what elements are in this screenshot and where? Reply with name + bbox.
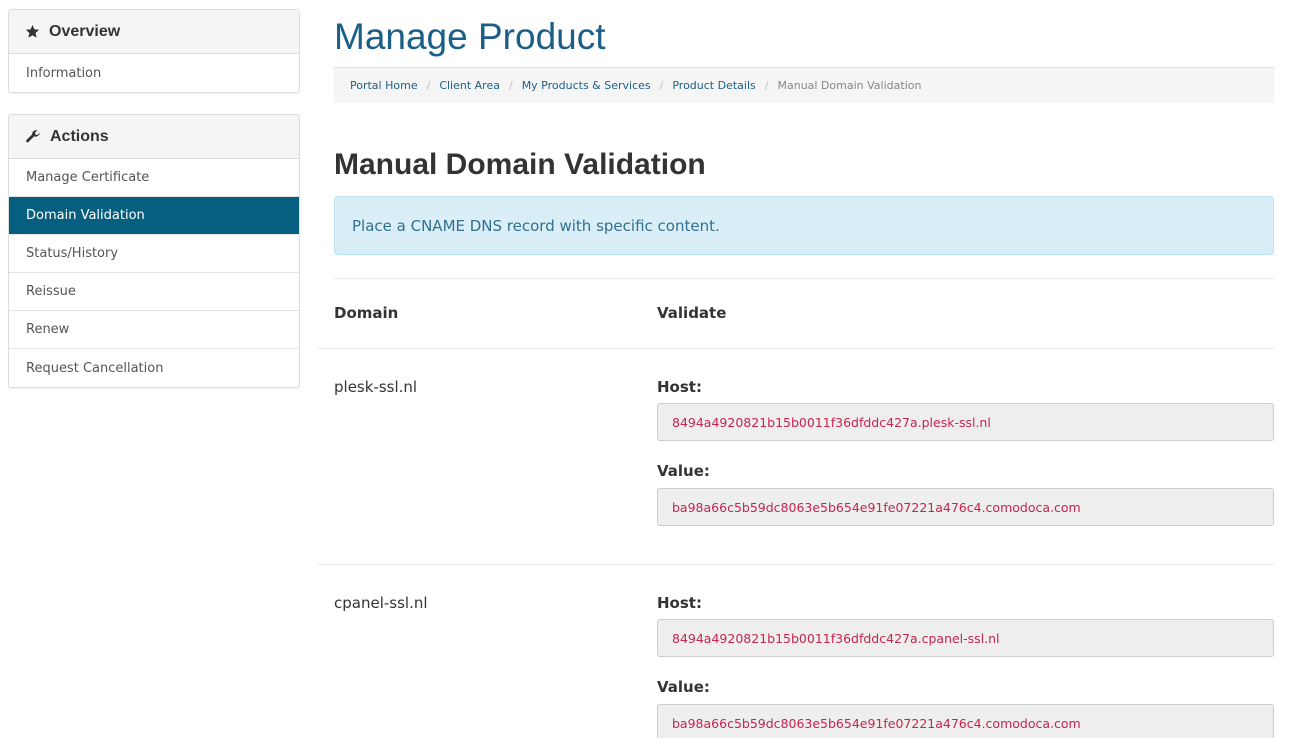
host-field[interactable]: 8494a4920821b15b0011f36dfddc427a.plesk-s… (657, 403, 1274, 441)
sidebar-item-information[interactable]: Information (9, 54, 299, 92)
actions-panel: Actions Manage Certificate Domain Valida… (8, 114, 300, 388)
sidebar-item-label: Renew (26, 322, 70, 337)
breadcrumb-separator: / (659, 79, 664, 92)
sidebar-item-manage-certificate[interactable]: Manage Certificate (9, 159, 299, 197)
wrench-icon (26, 129, 40, 142)
breadcrumb-client-area[interactable]: Client Area (439, 79, 500, 92)
host-value: 8494a4920821b15b0011f36dfddc427a.plesk-s… (672, 414, 991, 430)
sidebar-item-renew[interactable]: Renew (9, 311, 299, 349)
host-value: 8494a4920821b15b0011f36dfddc427a.cpanel-… (672, 630, 1000, 646)
sidebar-item-label: Status/History (26, 246, 119, 261)
actions-title: Actions (50, 127, 109, 145)
page-title: Manage Product (334, 16, 606, 57)
domain-name: plesk-ssl.nl (334, 378, 418, 396)
column-header-domain: Domain (334, 304, 399, 322)
sidebar-item-request-cancellation[interactable]: Request Cancellation (9, 349, 299, 387)
sidebar-item-label: Information (26, 65, 102, 81)
sidebar-item-reissue[interactable]: Reissue (9, 273, 299, 311)
overview-panel: Overview Information (8, 9, 300, 93)
value-field[interactable]: ba98a66c5b59dc8063e5b654e91fe07221a476c4… (657, 704, 1274, 738)
breadcrumb-separator: / (764, 79, 769, 92)
value-field[interactable]: ba98a66c5b59dc8063e5b654e91fe07221a476c4… (657, 488, 1274, 526)
overview-title: Overview (49, 22, 121, 40)
divider (318, 348, 1274, 349)
sidebar-item-status-history[interactable]: Status/History (9, 235, 299, 273)
breadcrumb: Portal Home / Client Area / My Products … (334, 67, 1274, 103)
divider (334, 278, 1274, 279)
value-text: ba98a66c5b59dc8063e5b654e91fe07221a476c4… (672, 499, 1081, 515)
sidebar-item-label: Domain Validation (26, 208, 145, 223)
breadcrumb-separator: / (426, 79, 431, 92)
value-text: ba98a66c5b59dc8063e5b654e91fe07221a476c4… (672, 715, 1081, 731)
value-label: Value: (657, 678, 710, 696)
actions-panel-heading: Actions (9, 115, 299, 159)
column-header-validate: Validate (657, 304, 727, 322)
host-label: Host: (657, 594, 702, 612)
breadcrumb-product-details[interactable]: Product Details (672, 79, 755, 92)
sidebar-item-domain-validation[interactable]: Domain Validation (9, 197, 299, 235)
sidebar-item-label: Manage Certificate (26, 170, 150, 185)
breadcrumb-current: Manual Domain Validation (777, 79, 922, 92)
sidebar-item-label: Reissue (26, 284, 76, 299)
value-label: Value: (657, 462, 710, 480)
domain-name: cpanel-ssl.nl (334, 594, 428, 612)
star-icon (25, 24, 40, 38)
section-title: Manual Domain Validation (334, 148, 706, 181)
alert-text: Place a CNAME DNS record with specific c… (352, 216, 720, 235)
overview-panel-heading: Overview (9, 10, 299, 54)
breadcrumb-portal-home[interactable]: Portal Home (350, 79, 418, 92)
breadcrumb-separator: / (508, 79, 513, 92)
host-label: Host: (657, 378, 702, 396)
info-alert: Place a CNAME DNS record with specific c… (334, 196, 1274, 255)
sidebar-item-label: Request Cancellation (26, 360, 164, 376)
breadcrumb-my-products-services[interactable]: My Products & Services (522, 79, 651, 92)
sidebar: Overview Information Actions Manage Cert… (8, 9, 300, 409)
host-field[interactable]: 8494a4920821b15b0011f36dfddc427a.cpanel-… (657, 619, 1274, 657)
divider (318, 564, 1274, 565)
